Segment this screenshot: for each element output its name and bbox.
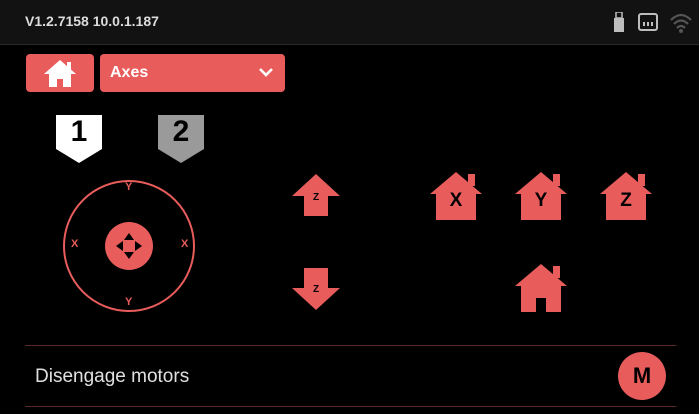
chevron-down-icon [259, 68, 273, 77]
status-bar: V1.2.7158 10.0.1.187 [0, 0, 699, 45]
version-text: V1.2.7158 10.0.1.187 [25, 13, 159, 29]
home-z-label: Z [620, 190, 632, 211]
home-y-label: Y [534, 190, 548, 211]
home-z-button[interactable]: Z [598, 170, 654, 222]
tool-tab-2[interactable]: 2 [154, 111, 208, 165]
mode-select-value: Axes [110, 64, 149, 81]
z-up-button[interactable]: Z [290, 172, 342, 218]
tool-tab-1[interactable]: 1 [52, 111, 106, 165]
home-icon [44, 60, 76, 87]
disengage-motors-button[interactable]: M [618, 352, 666, 400]
disengage-motors-label: Disengage motors [35, 366, 190, 387]
home-x-button[interactable]: X [428, 170, 484, 222]
divider-bottom [25, 406, 676, 407]
joystick-label-bottom: Y [125, 296, 133, 308]
tool-tab-1-label: 1 [70, 115, 88, 148]
wifi-icon [670, 13, 692, 33]
home-button[interactable] [26, 54, 94, 92]
disengage-motors-button-label: M [632, 363, 652, 388]
joystick-label-right: X [181, 238, 189, 250]
joystick-knob-icon[interactable] [104, 221, 154, 271]
z-down-label: Z [312, 284, 320, 295]
disengage-motors-row[interactable]: Disengage motors [25, 346, 676, 406]
tool-tab-2-label: 2 [172, 115, 190, 148]
z-up-label: Z [312, 192, 320, 203]
home-y-button[interactable]: Y [513, 170, 569, 222]
home-all-button[interactable] [513, 262, 569, 314]
home-x-label: X [449, 190, 463, 211]
mode-select[interactable]: Axes [100, 54, 285, 92]
joystick-label-left: X [71, 238, 79, 250]
joystick-label-top: Y [125, 181, 133, 193]
usb-icon [614, 12, 624, 32]
xy-joystick[interactable]: Y Y X X [61, 178, 197, 314]
z-down-button[interactable]: Z [290, 266, 342, 312]
sd-card-icon [638, 13, 658, 31]
home-all-icon [515, 264, 567, 312]
